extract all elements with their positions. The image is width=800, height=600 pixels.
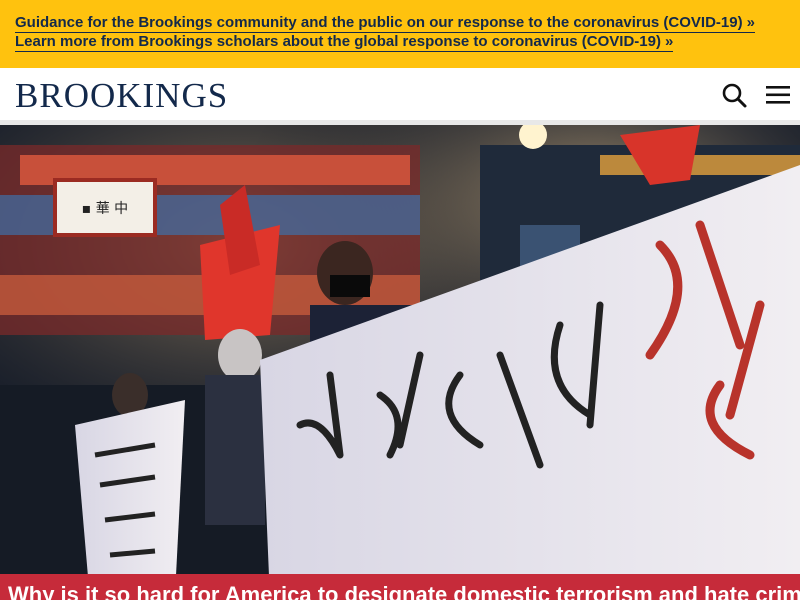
alert-line-guidance: Guidance for the Brookings community and… <box>15 13 785 33</box>
search-button[interactable] <box>720 81 748 109</box>
headline-bar: Why is it so hard for America to designa… <box>0 574 800 600</box>
brookings-logo[interactable]: BROOKINGS <box>15 77 228 115</box>
alert-link-guidance-text: Guidance for the Brookings community and… <box>15 14 743 31</box>
hero-image[interactable]: ▪ 華 中 <box>0 125 800 600</box>
alert-link-scholars-text: Learn more from Brookings scholars about… <box>15 33 661 50</box>
article-headline[interactable]: Why is it so hard for America to designa… <box>8 581 800 600</box>
alert-link-guidance[interactable]: Guidance for the Brookings community and… <box>15 13 755 33</box>
protest-photo: ▪ 華 中 <box>0 125 800 600</box>
alert-arrow-icon: » <box>746 14 755 31</box>
svg-text:▪ 華 中: ▪ 華 中 <box>82 201 128 217</box>
alert-line-scholars: Learn more from Brookings scholars about… <box>15 32 785 52</box>
site-header: BROOKINGS <box>0 68 800 120</box>
alert-arrow-icon: » <box>664 33 674 50</box>
search-icon <box>722 83 747 108</box>
covid-alert-bar: Guidance for the Brookings community and… <box>0 0 800 68</box>
menu-button[interactable] <box>764 81 792 109</box>
hamburger-menu-icon <box>766 86 790 104</box>
alert-link-scholars[interactable]: Learn more from Brookings scholars about… <box>15 32 674 52</box>
